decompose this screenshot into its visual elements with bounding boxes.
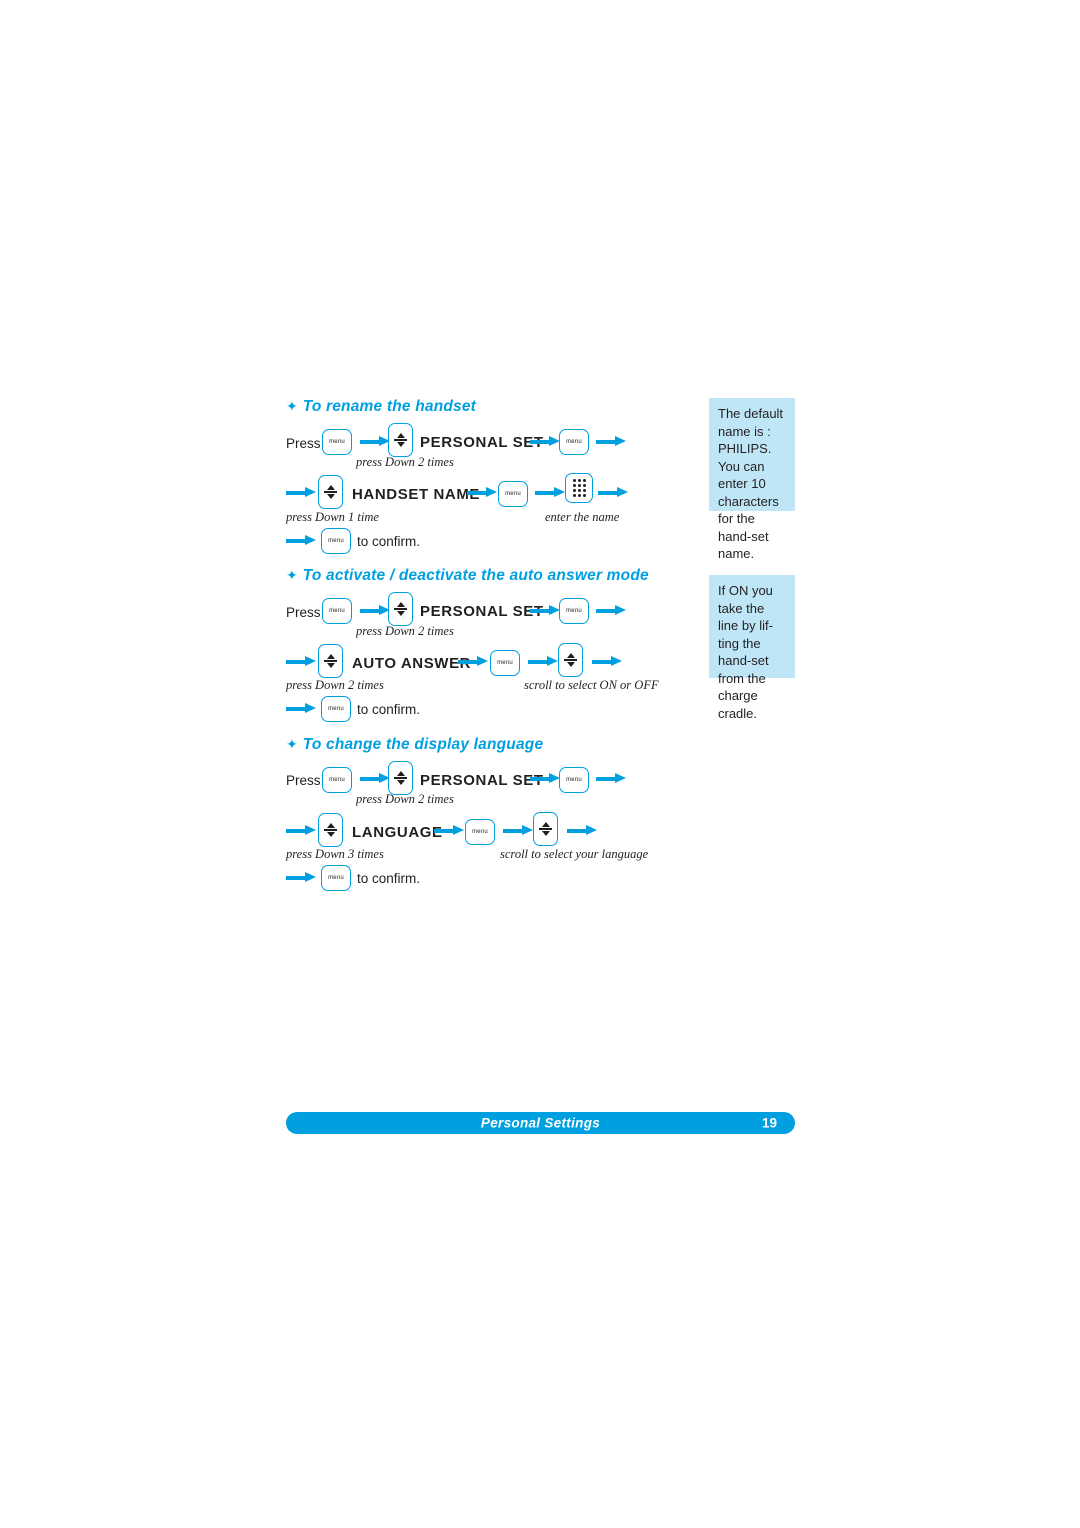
caption-down-2-times-1: press Down 2 times [356, 455, 454, 469]
caption-down-2-times-4: press Down 2 times [356, 792, 454, 806]
menu-key-icon [322, 767, 352, 793]
arrow-right-icon [530, 605, 560, 616]
arrow-right-icon [286, 703, 316, 714]
arrow-right-icon [434, 825, 464, 836]
menu-key-icon [498, 481, 528, 507]
arrow-right-icon [458, 656, 488, 667]
navigation-key-icon [388, 592, 413, 626]
navigation-key-icon [533, 812, 558, 846]
menu-key-icon [559, 767, 589, 793]
footer-bar: Personal Settings 19 [286, 1112, 795, 1134]
menu-item-personal-set-1: PERSONAL SET [420, 434, 544, 451]
arrow-right-icon [286, 872, 316, 883]
section-title-auto-answer: ✦ To activate / deactivate the auto answe… [286, 567, 649, 584]
menu-key-icon [321, 528, 351, 554]
arrow-right-icon [528, 656, 558, 667]
arrow-right-icon [286, 535, 316, 546]
section-title-display-language: ✦ To change the display language [286, 736, 544, 753]
diamond-bullet-icon: ✦ [286, 736, 298, 752]
arrow-right-icon [286, 487, 316, 498]
menu-key-icon [322, 429, 352, 455]
caption-scroll-language: scroll to select your language [500, 847, 649, 861]
arrow-right-icon [360, 436, 390, 447]
menu-item-auto-answer: AUTO ANSWER [352, 655, 472, 672]
menu-key-icon [490, 650, 520, 676]
navigation-key-icon [318, 475, 343, 509]
arrow-right-icon [286, 656, 316, 667]
caption-down-1-time: press Down 1 time [286, 510, 379, 524]
caption-confirm-2: to confirm. [357, 702, 421, 717]
keypad-icon [565, 473, 593, 503]
press-label-3: Press [286, 773, 321, 788]
menu-item-handset-name: HANDSET NAME [352, 486, 481, 503]
press-label-2: Press [286, 605, 321, 620]
arrow-right-icon [598, 487, 628, 498]
arrow-right-icon [530, 436, 560, 447]
caption-down-3-times: press Down 3 times [286, 847, 384, 861]
caption-down-2-times-3: press Down 2 times [286, 678, 384, 692]
arrow-right-icon [286, 825, 316, 836]
menu-item-language: LANGUAGE [352, 824, 443, 841]
navigation-key-icon [388, 761, 413, 795]
arrow-right-icon [596, 605, 626, 616]
arrow-right-icon [360, 773, 390, 784]
navigation-key-icon [318, 813, 343, 847]
footer-page-number: 19 [761, 1115, 777, 1131]
navigation-key-icon [318, 644, 343, 678]
menu-key-icon [559, 598, 589, 624]
caption-enter-the-name: enter the name [545, 510, 620, 524]
arrow-right-icon [535, 487, 565, 498]
navigation-key-icon [388, 423, 413, 457]
arrow-right-icon [596, 773, 626, 784]
diamond-bullet-icon: ✦ [286, 567, 298, 583]
caption-scroll-on-off: scroll to select ON or OFF [524, 678, 659, 692]
footer-title: Personal Settings [480, 1115, 601, 1131]
press-label-1: Press [286, 436, 321, 451]
menu-key-icon [322, 598, 352, 624]
menu-key-icon [559, 429, 589, 455]
section-title-rename-handset: ✦ To rename the handset [286, 398, 477, 415]
arrow-right-icon [503, 825, 533, 836]
menu-key-icon [321, 865, 351, 891]
caption-confirm-3: to confirm. [357, 871, 421, 886]
navigation-key-icon [558, 643, 583, 677]
menu-key-icon [321, 696, 351, 722]
arrow-right-icon [592, 656, 622, 667]
caption-down-2-times-2: press Down 2 times [356, 624, 454, 638]
note-auto-answer: If ON you take the line by lif-ting the … [709, 575, 795, 721]
menu-key-icon [465, 819, 495, 845]
diamond-bullet-icon: ✦ [286, 398, 298, 414]
arrow-right-icon [596, 436, 626, 447]
arrow-right-icon [360, 605, 390, 616]
arrow-right-icon [567, 825, 597, 836]
note-default-name: The default name is : PHILIPS. You can e… [709, 398, 795, 561]
caption-confirm-1: to confirm. [357, 534, 421, 549]
arrow-right-icon [467, 487, 497, 498]
arrow-right-icon [530, 773, 560, 784]
menu-item-personal-set-2: PERSONAL SET [420, 603, 544, 620]
menu-item-personal-set-3: PERSONAL SET [420, 772, 544, 789]
document-page: ✦To rename the handset Press PERSONAL SE… [0, 0, 1080, 1528]
